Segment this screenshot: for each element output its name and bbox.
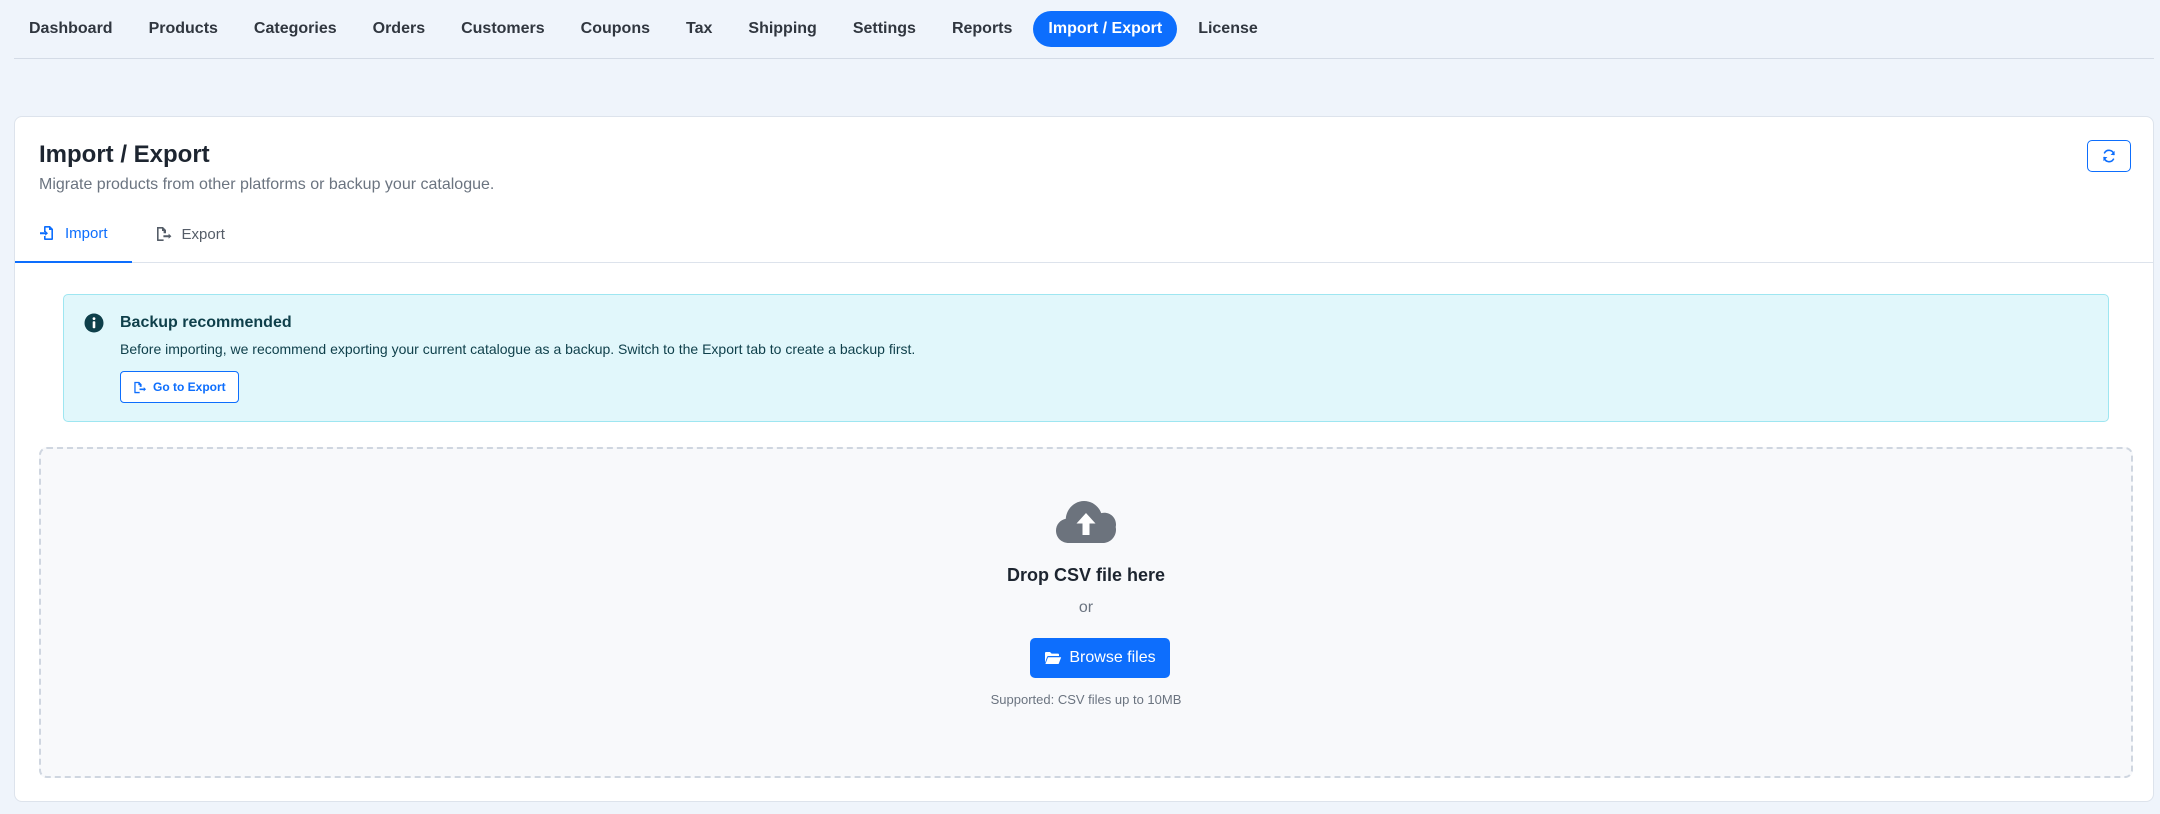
tab-export[interactable]: Export: [132, 205, 249, 263]
drop-title: Drop CSV file here: [1006, 565, 1166, 585]
nav-item-dashboard[interactable]: Dashboard: [14, 11, 128, 47]
import-export-card: Import / Export Migrate products from ot…: [14, 116, 2154, 802]
tab-export-label: Export: [181, 225, 225, 243]
browse-files-button[interactable]: Browse files: [1030, 638, 1170, 678]
file-export-icon: [156, 227, 171, 241]
nav-item-categories[interactable]: Categories: [239, 11, 352, 47]
nav-item-shipping[interactable]: Shipping: [733, 11, 831, 47]
nav-item-tax[interactable]: Tax: [671, 11, 727, 47]
file-export-icon: [134, 381, 147, 393]
drop-hint: Supported: CSV files up to 10MB: [990, 692, 1182, 707]
nav-item-settings[interactable]: Settings: [838, 11, 931, 47]
tab-import-label: Import: [65, 224, 108, 242]
nav-item-customers[interactable]: Customers: [446, 11, 560, 47]
nav-item-reports[interactable]: Reports: [937, 11, 1027, 47]
nav-item-orders[interactable]: Orders: [358, 11, 440, 47]
alert-text: Before importing, we recommend exporting…: [120, 341, 916, 357]
go-to-export-button[interactable]: Go to Export: [120, 371, 239, 403]
folder-open-icon: [1045, 652, 1062, 664]
info-icon: [84, 313, 104, 333]
nav-item-license[interactable]: License: [1183, 11, 1273, 47]
top-nav: Dashboard Products Categories Orders Cus…: [14, 11, 2154, 59]
cloud-upload-icon: [1056, 501, 1116, 543]
alert-title: Backup recommended: [120, 314, 292, 331]
nav-item-import-export[interactable]: Import / Export: [1033, 11, 1178, 47]
go-to-export-label: Go to Export: [153, 380, 226, 394]
csv-dropzone[interactable]: Drop CSV file here or Browse files Suppo…: [39, 447, 2133, 778]
nav-item-coupons[interactable]: Coupons: [566, 11, 665, 47]
tab-bar: Import Export: [15, 205, 2153, 263]
refresh-button[interactable]: [2087, 140, 2131, 172]
backup-alert: Backup recommended Before importing, we …: [63, 294, 2109, 422]
page-title: Import / Export: [39, 141, 210, 168]
drop-or-text: or: [1078, 599, 1094, 616]
refresh-icon: [2103, 149, 2115, 163]
browse-files-label: Browse files: [1069, 649, 1156, 666]
nav-item-products[interactable]: Products: [134, 11, 233, 47]
tab-import[interactable]: Import: [15, 205, 132, 263]
file-import-icon: [40, 226, 53, 240]
page-subtitle: Migrate products from other platforms or…: [39, 176, 495, 193]
